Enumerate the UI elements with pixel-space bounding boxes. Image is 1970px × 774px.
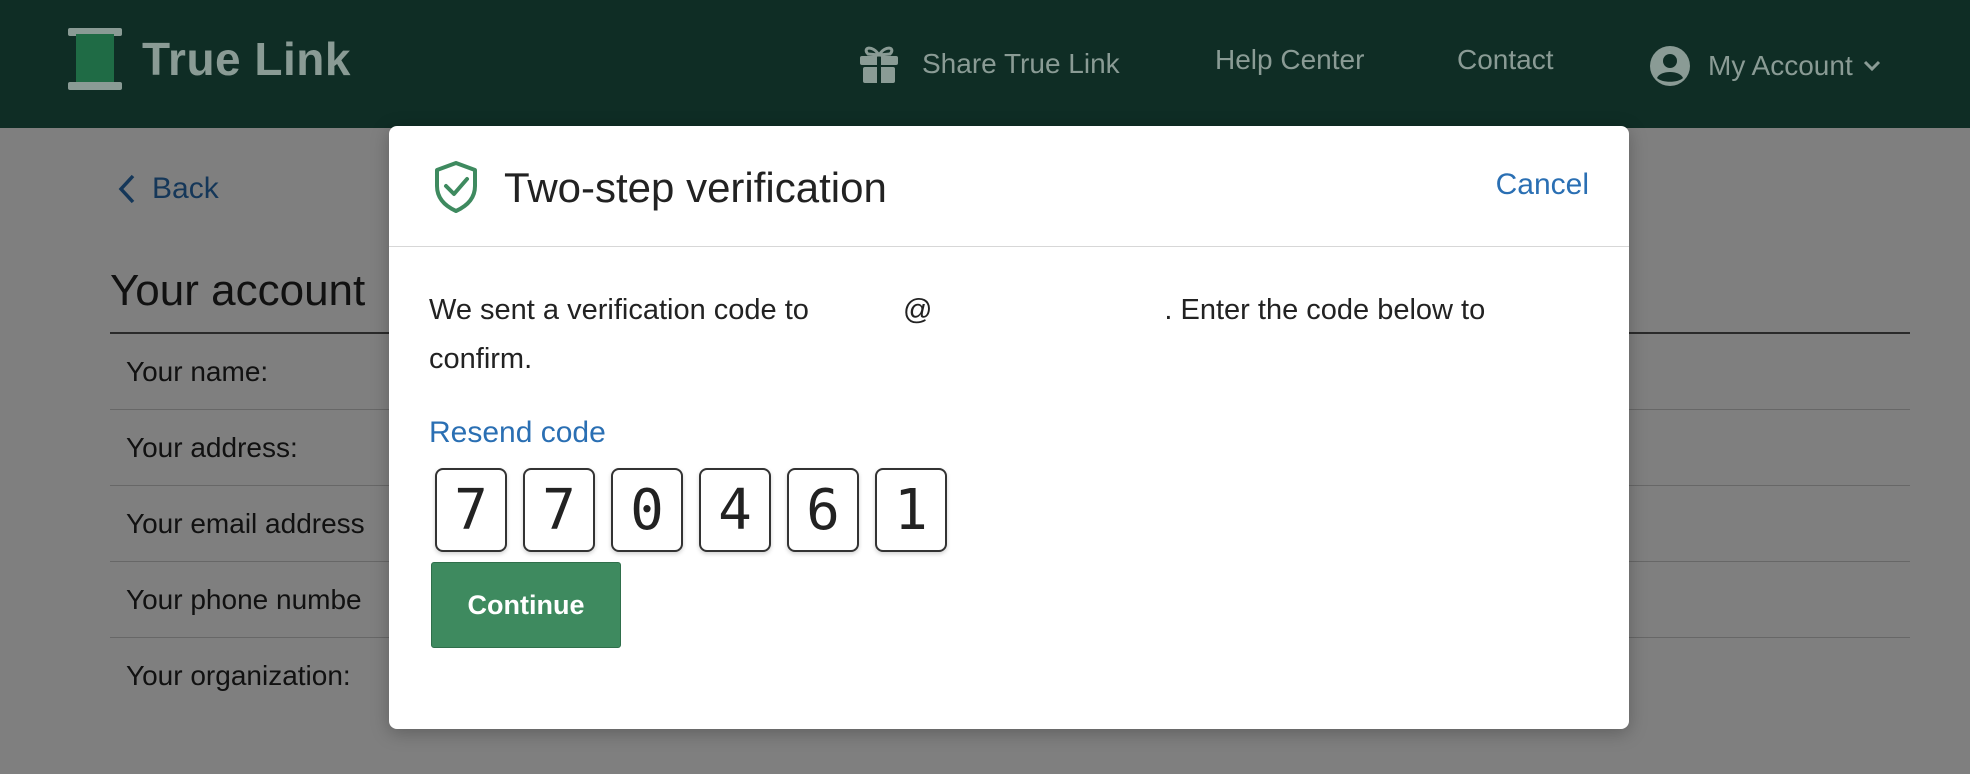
brand-name: True Link — [142, 33, 351, 85]
modal-title: Two-step verification — [504, 164, 887, 211]
shield-check-icon — [435, 161, 477, 213]
user-circle-icon — [1650, 46, 1690, 86]
verification-message: We sent a verification code to @. Enter … — [429, 286, 1579, 384]
top-nav: True Link Share True Link Help Center Co… — [0, 0, 1970, 128]
resend-code-link[interactable]: Resend code — [429, 416, 606, 450]
verification-code-input: 7 7 0 4 6 1 — [435, 468, 963, 552]
gift-icon — [860, 46, 898, 84]
spool-logo-icon — [68, 28, 122, 90]
message-start: We sent a verification code to — [429, 294, 809, 326]
nav-contact-label: Contact — [1457, 44, 1554, 75]
brand-logo[interactable]: True Link — [68, 28, 351, 90]
nav-contact-link[interactable]: Contact — [1457, 44, 1554, 76]
nav-help-center-link[interactable]: Help Center — [1215, 44, 1364, 76]
message-at-sign: @ — [902, 294, 933, 326]
code-digit-2[interactable]: 7 — [523, 468, 595, 552]
nav-account-menu[interactable]: My Account — [1648, 44, 1881, 88]
code-digit-5[interactable]: 6 — [787, 468, 859, 552]
chevron-down-icon — [1863, 60, 1880, 72]
code-digit-4[interactable]: 4 — [699, 468, 771, 552]
continue-button[interactable]: Continue — [431, 562, 621, 648]
nav-help-label: Help Center — [1215, 44, 1365, 75]
code-digit-3[interactable]: 0 — [611, 468, 683, 552]
nav-share-link[interactable]: Share True Link — [858, 44, 1120, 84]
code-digit-1[interactable]: 7 — [435, 468, 507, 552]
nav-account-label: My Account — [1708, 50, 1853, 81]
code-digit-6[interactable]: 1 — [875, 468, 947, 552]
two-step-verification-modal: Two-step verification Cancel We sent a v… — [389, 126, 1629, 729]
cancel-button[interactable]: Cancel — [1496, 168, 1589, 202]
modal-header: Two-step verification Cancel — [389, 126, 1629, 247]
nav-share-label: Share True Link — [922, 48, 1120, 79]
